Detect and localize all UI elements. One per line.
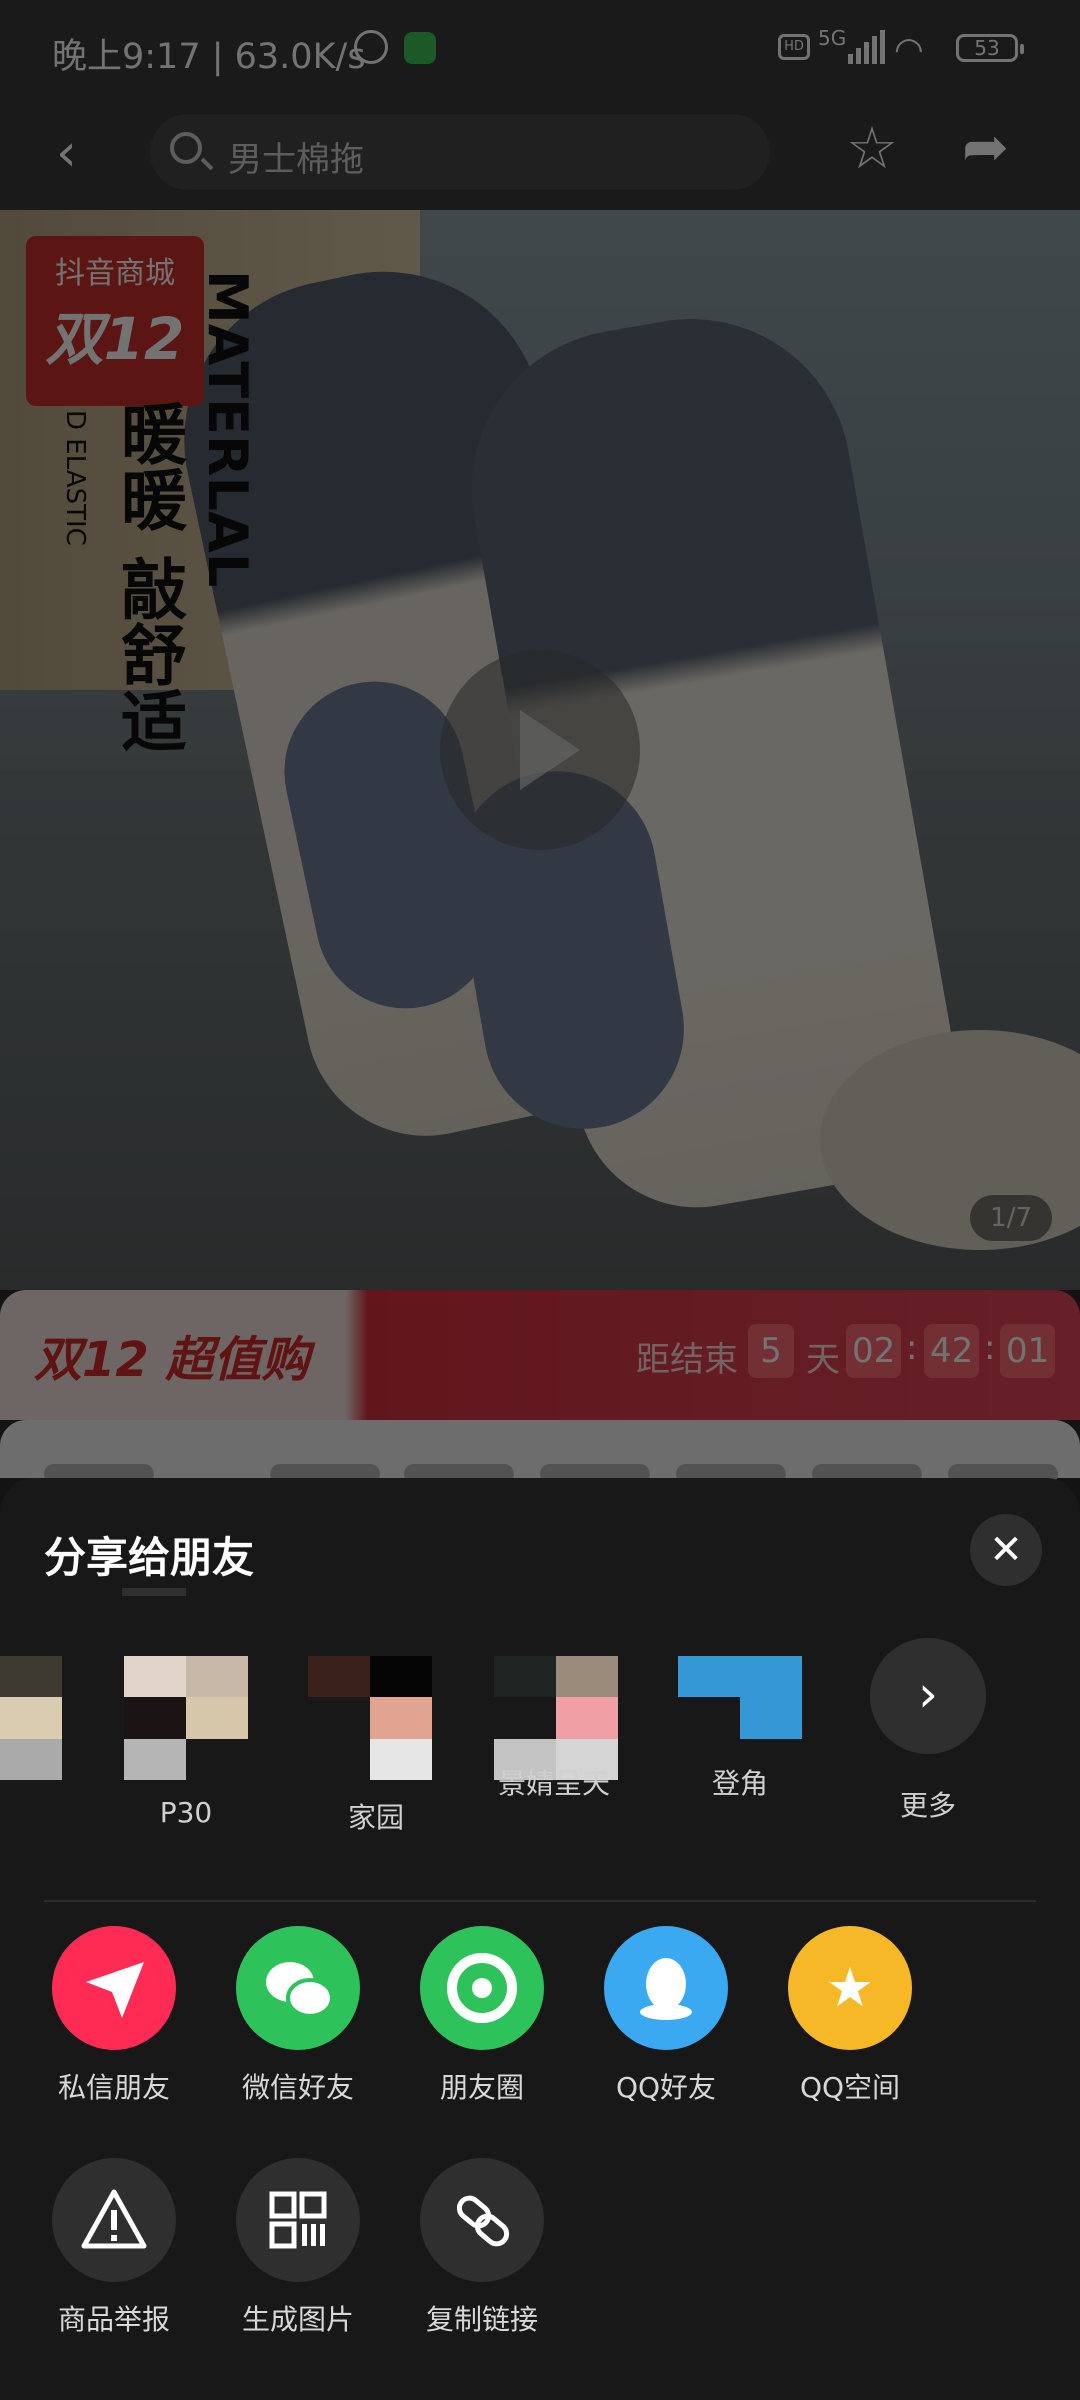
- product-image[interactable]: 抖音商城 双12 MATERLAL 暖暖 敲舒适 D ELASTIC 1/7: [0, 210, 1080, 1290]
- favorite-star-icon[interactable]: ☆: [846, 118, 898, 178]
- share-option-qq[interactable]: QQ好友: [574, 1926, 754, 2116]
- tool-label: 商品举报: [57, 2303, 170, 2336]
- send-icon: [52, 1926, 176, 2050]
- share-option-wechat[interactable]: 微信好友: [206, 1926, 386, 2116]
- vertical-chinese-text: 暖暖 敲舒适: [110, 400, 187, 753]
- friend-avatar[interactable]: [0, 1656, 62, 1780]
- share-option-label: 私信朋友: [57, 2071, 170, 2104]
- search-icon: [170, 132, 202, 164]
- image-counter: 1/7: [970, 1195, 1052, 1241]
- play-video-icon[interactable]: [440, 650, 640, 850]
- share-option-qzone[interactable]: ★ QQ空间: [758, 1926, 938, 2116]
- status-bar: 晚上9:17 | 63.0K/s HD 5G ◠ 53: [0, 0, 1080, 100]
- countdown-days: 5: [748, 1324, 794, 1378]
- friend-name: 登角: [711, 1767, 768, 1800]
- alarm-icon: [354, 30, 388, 64]
- vertical-english-text: MATERLAL: [196, 270, 259, 588]
- share-arrow-icon[interactable]: ➦: [962, 118, 1009, 178]
- share-option-dm[interactable]: 私信朋友: [22, 1926, 202, 2116]
- friend-avatar[interactable]: [124, 1656, 248, 1780]
- search-bar[interactable]: 男士棉拖: [150, 114, 770, 190]
- battery-icon: 53: [956, 34, 1024, 62]
- share-sheet: 分享给朋友 ✕ P30 家园 景婧呈天 登角 › 更多 私信朋友 微信好友 朋友…: [0, 1478, 1080, 2400]
- warning-icon: [52, 2158, 176, 2282]
- recommendation-strip: [0, 1420, 1080, 1484]
- friend-name: P30: [159, 1796, 213, 1829]
- app-notification-icon: [404, 32, 436, 64]
- friend-avatar[interactable]: [308, 1656, 432, 1780]
- badge-top-text: 抖音商城: [55, 256, 175, 291]
- double12-badge: 抖音商城 双12: [26, 236, 204, 406]
- share-option-moments[interactable]: 朋友圈: [390, 1926, 570, 2116]
- tool-label: 生成图片: [241, 2303, 354, 2336]
- qq-icon: [604, 1926, 728, 2050]
- grid-icon: [236, 2158, 360, 2282]
- link-icon: [420, 2158, 544, 2282]
- friend-name: 家园: [347, 1801, 404, 1834]
- signal-icon: [848, 30, 885, 64]
- share-sheet-title: 分享给朋友: [44, 1533, 255, 1582]
- moments-icon: [420, 1926, 544, 2050]
- promo-banner[interactable]: 双12 超值购 距结束 5 天 02 : 42 : 01: [0, 1290, 1080, 1420]
- countdown-day-unit: 天: [806, 1340, 840, 1380]
- share-option-label: QQ空间: [799, 2071, 901, 2104]
- countdown-label: 距结束: [636, 1340, 738, 1380]
- divider: [44, 1900, 1036, 1902]
- close-icon[interactable]: ✕: [970, 1514, 1042, 1586]
- wechat-icon: [236, 1926, 360, 2050]
- vertical-small-text: D ELASTIC: [60, 410, 90, 546]
- more-friends-chevron-icon[interactable]: ›: [870, 1638, 986, 1754]
- countdown-hours: 02: [846, 1324, 902, 1378]
- share-option-label: 朋友圈: [439, 2071, 524, 2104]
- tool-copy-link[interactable]: 复制链接: [390, 2158, 570, 2348]
- more-friends-label[interactable]: 更多: [868, 1784, 988, 1824]
- promo-title: 双12 超值购: [34, 1332, 310, 1388]
- badge-bottom-text: 双12: [45, 305, 185, 373]
- search-text: 男士棉拖: [228, 140, 364, 180]
- hd-icon: HD: [778, 34, 810, 60]
- qzone-icon: ★: [788, 1926, 912, 2050]
- network-type: 5G: [818, 26, 847, 50]
- share-option-label: QQ好友: [615, 2071, 717, 2104]
- wifi-icon: ◠: [894, 30, 924, 70]
- tool-label: 复制链接: [425, 2303, 538, 2336]
- tool-generate-image[interactable]: 生成图片: [206, 2158, 386, 2348]
- share-option-label: 微信好友: [241, 2071, 354, 2104]
- countdown-minutes: 42: [924, 1324, 980, 1378]
- friend-name: 景婧呈天: [497, 1767, 610, 1800]
- tool-report[interactable]: 商品举报: [22, 2158, 202, 2348]
- status-time: 晚上9:17 | 63.0K/s: [52, 37, 366, 77]
- top-nav: ‹ 男士棉拖 ☆ ➦: [0, 100, 1080, 210]
- back-icon[interactable]: ‹: [56, 127, 77, 179]
- countdown-seconds: 01: [1000, 1324, 1056, 1378]
